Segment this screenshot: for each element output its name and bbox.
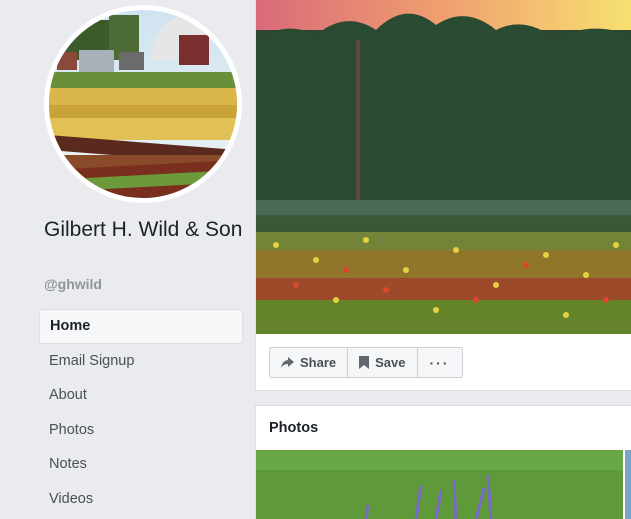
nav-item-videos[interactable]: Videos: [39, 482, 243, 517]
page-nav: Home Email Signup About Photos Notes Vid…: [39, 309, 243, 516]
photo-thumbnail-2[interactable]: [625, 450, 631, 519]
photos-card: Photos: [255, 405, 631, 519]
more-icon: ···: [429, 354, 450, 371]
nav-item-home[interactable]: Home: [39, 309, 243, 344]
profile-photo: [49, 10, 237, 198]
photos-section-title[interactable]: Photos: [269, 420, 318, 436]
nav-item-photos[interactable]: Photos: [39, 413, 243, 448]
more-options-button[interactable]: ···: [417, 347, 463, 378]
left-column: Gilbert H. Wild & Son @ghwild Home Email…: [0, 0, 255, 519]
nav-item-notes[interactable]: Notes: [39, 447, 243, 482]
nav-item-about[interactable]: About: [39, 378, 243, 413]
share-icon: [281, 356, 294, 369]
cover-photo[interactable]: [256, 0, 631, 334]
page-username[interactable]: @ghwild: [44, 276, 102, 292]
save-button[interactable]: Save: [348, 347, 418, 378]
share-button[interactable]: Share: [269, 347, 349, 378]
save-label: Save: [375, 355, 406, 370]
share-label: Share: [300, 355, 337, 370]
bookmark-icon: [359, 356, 370, 369]
page-actions: Share Save ···: [269, 347, 463, 378]
cover-card: Share Save ···: [255, 0, 631, 391]
photo-thumbnail[interactable]: [256, 450, 623, 519]
nav-item-email-signup[interactable]: Email Signup: [39, 344, 243, 379]
page-title: Gilbert H. Wild & Son: [44, 218, 243, 241]
profile-picture[interactable]: [44, 5, 242, 203]
